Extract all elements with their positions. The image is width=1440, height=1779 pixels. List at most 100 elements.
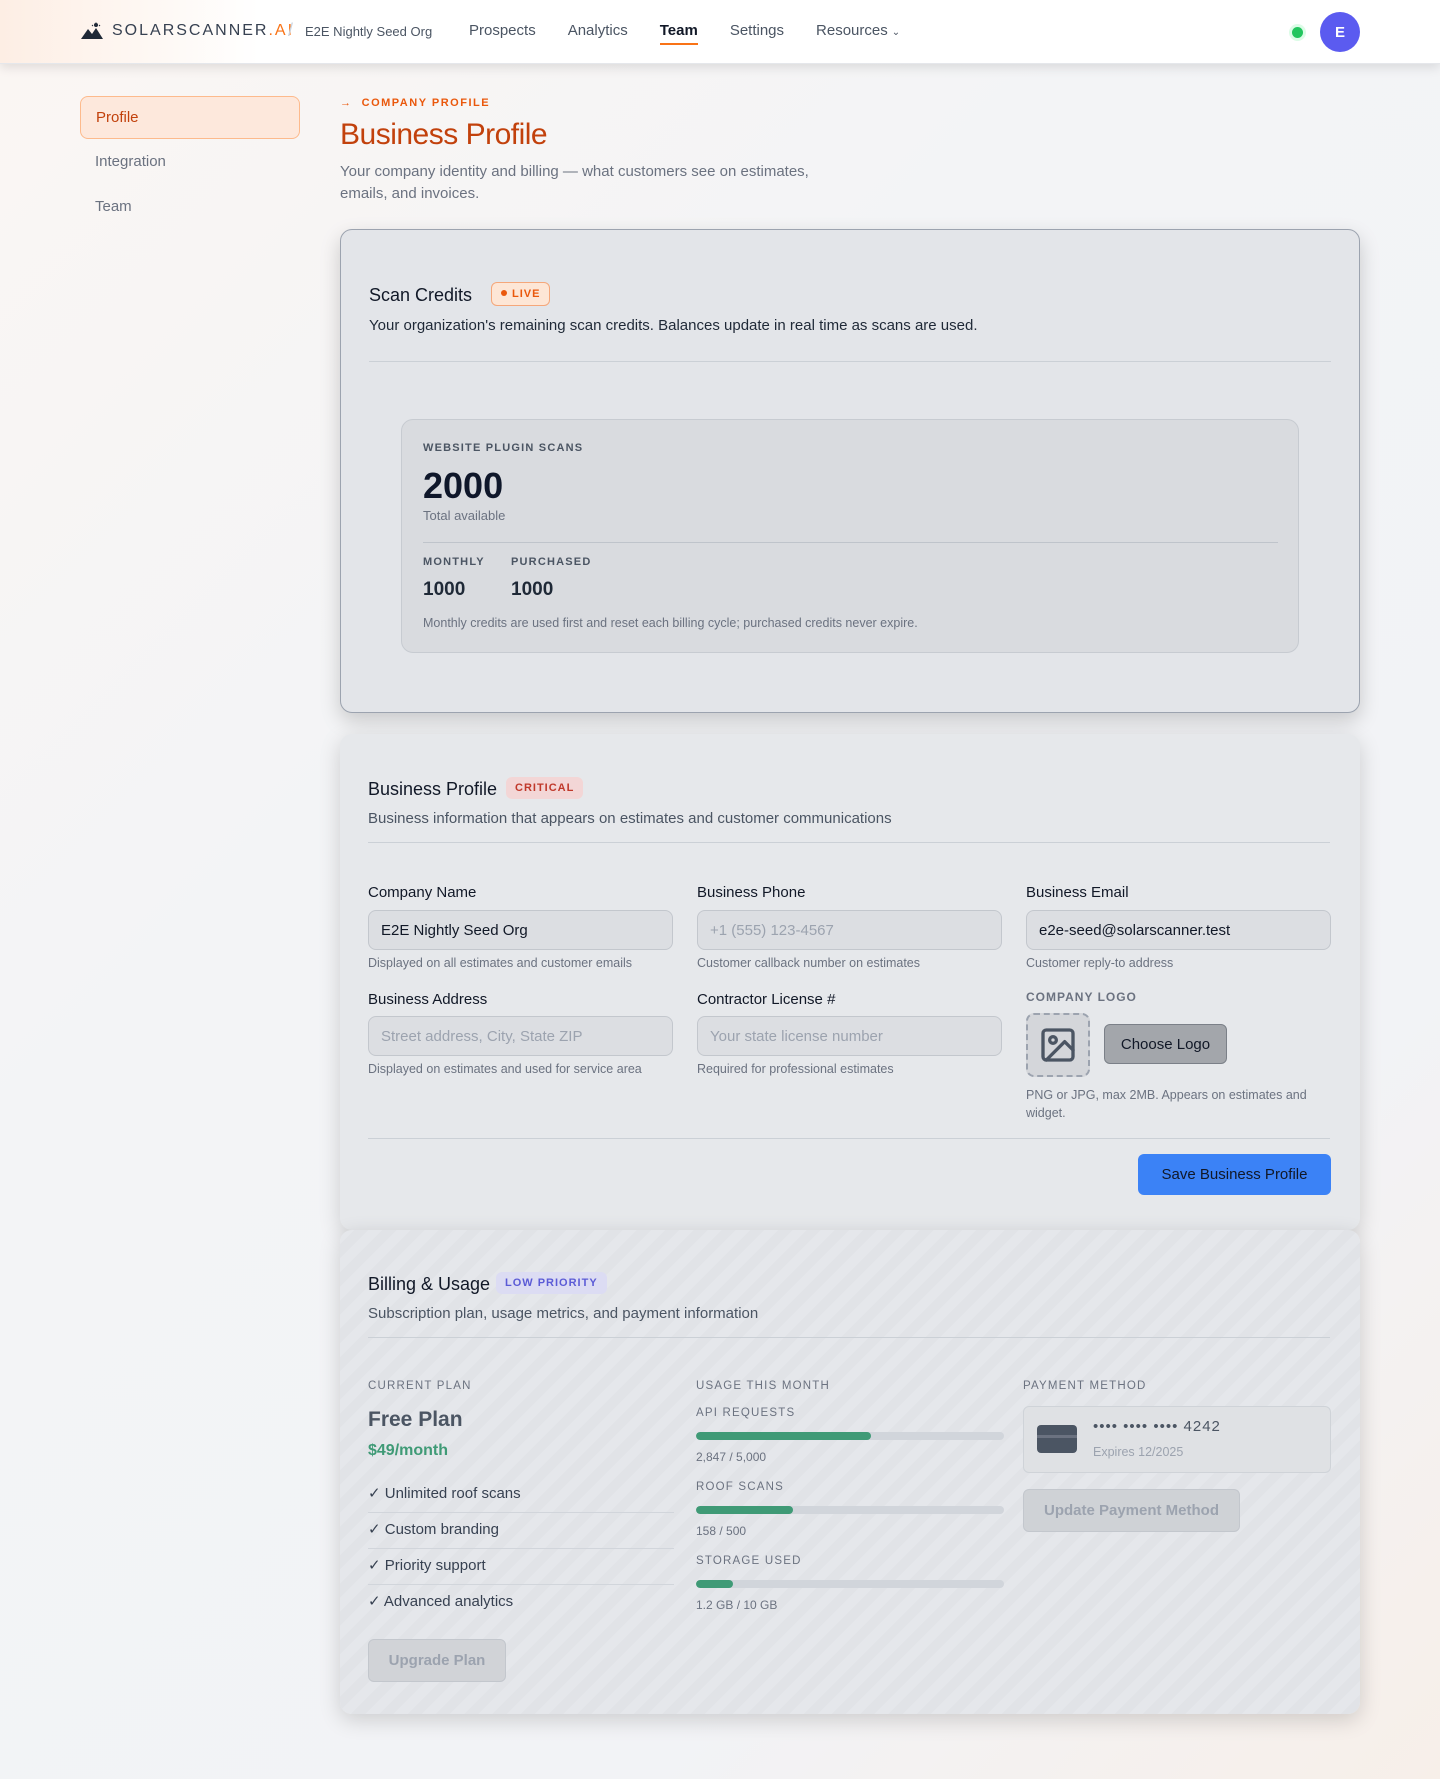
logo-help: PNG or JPG, max 2MB. Appears on estimate… <box>1026 1088 1307 1120</box>
company-name-field[interactable] <box>368 910 673 950</box>
divider <box>368 1138 1330 1139</box>
roof-scans-label: ROOF SCANS <box>696 1481 785 1493</box>
sun-mountain-icon <box>81 22 103 39</box>
sidebar-item-team[interactable]: Team <box>80 186 300 229</box>
business-address-label: Business Address <box>368 991 488 1008</box>
company-name-help: Displayed on all estimates and customer … <box>368 956 633 970</box>
card-expiry: Expires 12/2025 <box>1093 1445 1184 1459</box>
api-requests-fill <box>696 1432 872 1440</box>
credit-box-label: WEBSITE PLUGIN SCANS <box>423 442 584 454</box>
nav-link-resources-label: Resources <box>816 22 888 39</box>
roof-scans-bar <box>696 1506 1004 1514</box>
org-switcher[interactable]: E2E Nightly Seed Org <box>305 24 432 39</box>
api-requests-value: 2,847 / 5,000 <box>696 1450 767 1464</box>
choose-logo-button[interactable]: Choose Logo <box>1104 1024 1227 1064</box>
card-title: Scan Credits <box>369 285 473 305</box>
page-title: Business Profile <box>340 118 548 151</box>
plan-feature: ✓ Priority support <box>368 1549 674 1585</box>
divider <box>369 361 1331 362</box>
card-description: Your organization's remaining scan credi… <box>369 317 978 334</box>
current-plan-label: CURRENT PLAN <box>368 1380 472 1392</box>
total-credits: 2000 <box>423 465 504 506</box>
purchased-value: 1000 <box>511 579 554 600</box>
plan-feature: ✓ Unlimited roof scans <box>368 1477 674 1513</box>
credits-note: Monthly credits are used first and reset… <box>423 616 918 630</box>
card-description: Subscription plan, usage metrics, and pa… <box>368 1305 759 1322</box>
business-address-help: Displayed on estimates and used for serv… <box>368 1062 642 1076</box>
top-navigation: SOLARSCANNER.AI / E2E Nightly Seed Org P… <box>0 0 1440 64</box>
total-caption: Total available <box>423 508 506 523</box>
license-help: Required for professional estimates <box>697 1062 894 1076</box>
scan-credits-card: Scan Credits LIVE Your organization's re… <box>340 229 1360 713</box>
sidebar-item-profile[interactable]: Profile <box>80 96 300 139</box>
status-indicator <box>1292 27 1303 38</box>
plan-name: Free Plan <box>368 1408 463 1431</box>
eyebrow-label: COMPANY PROFILE <box>361 97 491 109</box>
purchased-label: PURCHASED <box>511 556 592 568</box>
card-number: •••• •••• •••• 4242 <box>1093 1418 1221 1435</box>
payment-method-box: •••• •••• •••• 4242 Expires 12/2025 <box>1023 1406 1331 1473</box>
website-plugin-scans-box: WEBSITE PLUGIN SCANS 2000 Total availabl… <box>401 419 1299 653</box>
sidebar-item-integration[interactable]: Integration <box>80 141 300 184</box>
license-field[interactable] <box>697 1016 1002 1056</box>
api-requests-bar <box>696 1432 1004 1440</box>
storage-used-fill <box>696 1580 733 1588</box>
save-business-profile-button[interactable]: Save Business Profile <box>1138 1154 1331 1195</box>
company-logo-label: COMPANY LOGO <box>1026 990 1137 1004</box>
image-icon <box>1041 1028 1075 1062</box>
storage-used-label: STORAGE USED <box>696 1555 802 1567</box>
critical-badge: CRITICAL <box>506 777 584 799</box>
page-eyebrow: → COMPANY PROFILE <box>340 97 490 109</box>
payment-method-label: PAYMENT METHOD <box>1023 1380 1147 1392</box>
storage-used-value: 1.2 GB / 10 GB <box>696 1598 778 1612</box>
update-payment-method-button[interactable]: Update Payment Method <box>1023 1489 1240 1532</box>
billing-usage-card: Billing & Usage LOW PRIORITY Subscriptio… <box>340 1230 1360 1714</box>
business-email-field[interactable] <box>1026 910 1331 950</box>
business-phone-label: Business Phone <box>697 884 806 901</box>
low-priority-badge: LOW PRIORITY <box>496 1272 607 1294</box>
brand-name: SOLARSCANNER <box>112 22 269 39</box>
license-label: Contractor License # <box>697 991 836 1008</box>
nav-link-settings[interactable]: Settings <box>730 22 784 45</box>
live-dot-icon <box>501 290 507 296</box>
live-badge-label: LIVE <box>512 288 541 300</box>
arrow-right-icon: → <box>340 97 353 109</box>
monthly-value: 1000 <box>423 579 466 600</box>
main-nav: Prospects Analytics Team Settings Resour… <box>469 22 900 45</box>
nav-link-resources[interactable]: Resources ⌄ <box>816 22 900 45</box>
business-phone-help: Customer callback number on estimates <box>697 956 921 970</box>
monthly-label: MONTHLY <box>423 556 485 568</box>
credit-card-icon <box>1037 1425 1077 1453</box>
nav-link-analytics[interactable]: Analytics <box>568 22 628 45</box>
roof-scans-fill <box>696 1506 794 1514</box>
nav-link-team[interactable]: Team <box>659 22 698 45</box>
plan-feature: ✓ Custom branding <box>368 1513 674 1549</box>
business-phone-field[interactable] <box>697 910 1002 950</box>
business-email-help: Customer reply-to address <box>1026 956 1174 970</box>
card-description: Business information that appears on est… <box>368 810 892 827</box>
chevron-down-icon: ⌄ <box>891 27 901 38</box>
business-address-field[interactable] <box>368 1016 673 1056</box>
page-subtitle: Your company identity and billing — what… <box>340 163 809 202</box>
breadcrumb-separator: / <box>288 20 294 40</box>
business-profile-card: Business Profile CRITICAL Business infor… <box>340 734 1360 1230</box>
logo-dropzone[interactable] <box>1026 1013 1090 1077</box>
company-name-label: Company Name <box>368 884 477 901</box>
divider <box>368 842 1330 843</box>
divider <box>368 1337 1330 1338</box>
usage-label: USAGE THIS MONTH <box>696 1380 830 1392</box>
plan-feature: ✓ Advanced analytics <box>368 1593 514 1610</box>
plan-price: $49/month <box>368 1442 449 1459</box>
roof-scans-value: 158 / 500 <box>696 1524 747 1538</box>
brand-logo[interactable]: SOLARSCANNER.AI <box>80 22 294 40</box>
storage-used-bar <box>696 1580 1004 1588</box>
card-title: Billing & Usage <box>368 1274 491 1294</box>
upgrade-plan-button[interactable]: Upgrade Plan <box>368 1639 506 1682</box>
avatar[interactable]: E <box>1320 12 1360 52</box>
card-title: Business Profile <box>368 779 498 799</box>
live-badge: LIVE <box>491 282 551 306</box>
divider <box>423 542 1278 543</box>
nav-link-prospects[interactable]: Prospects <box>469 22 536 45</box>
api-requests-label: API REQUESTS <box>696 1407 796 1419</box>
business-email-label: Business Email <box>1026 884 1129 901</box>
